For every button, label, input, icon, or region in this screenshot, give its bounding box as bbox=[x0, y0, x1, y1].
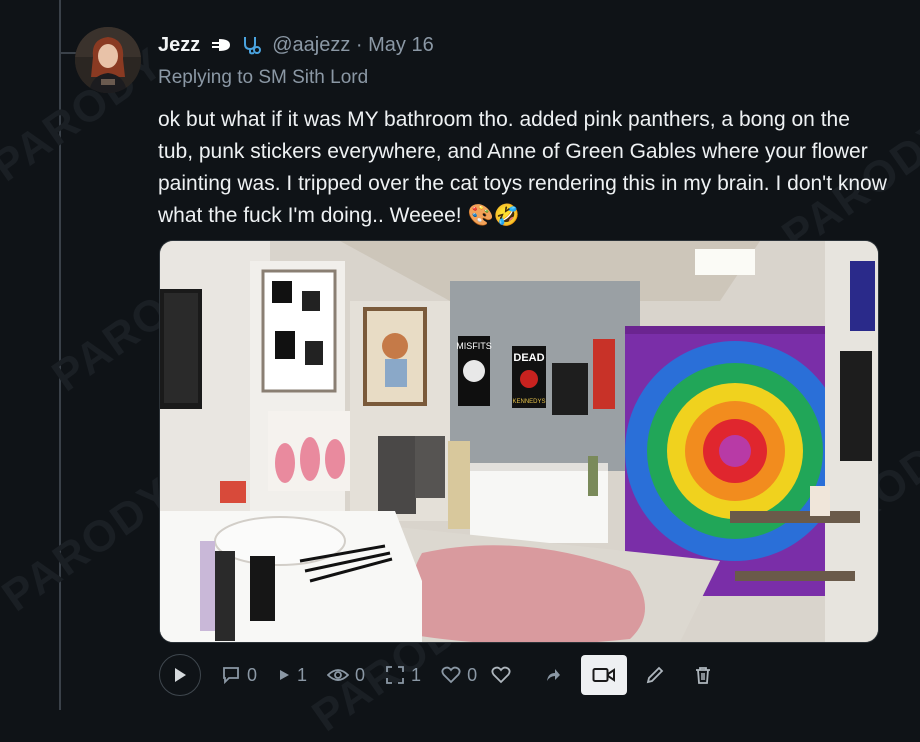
favorite-button[interactable] bbox=[491, 666, 511, 684]
watermark: PARODY bbox=[0, 468, 183, 622]
like-button[interactable]: 0 bbox=[441, 665, 477, 686]
repost-icon bbox=[280, 670, 290, 680]
post-image[interactable]: MISFITS DEAD KENNEDYS bbox=[159, 240, 879, 643]
author-name[interactable]: Jezz bbox=[158, 34, 200, 57]
reply-icon bbox=[223, 667, 239, 685]
repost-button[interactable]: 1 bbox=[277, 665, 307, 686]
quote-icon bbox=[386, 666, 404, 684]
poster-kennedys: KENNEDYS bbox=[512, 399, 545, 405]
heart-icon bbox=[491, 666, 511, 684]
post-text: ok but what if it was MY bathroom tho. a… bbox=[158, 108, 887, 227]
views-button[interactable]: 0 bbox=[327, 665, 365, 686]
poster-misfits: MISFITS bbox=[456, 341, 492, 351]
handle-and-date[interactable]: @aajezz · May 16 bbox=[272, 34, 433, 57]
video-button[interactable] bbox=[581, 655, 628, 695]
like-count: 0 bbox=[467, 664, 478, 685]
heart-icon bbox=[441, 666, 461, 684]
play-icon bbox=[175, 668, 186, 682]
views-count: 0 bbox=[355, 664, 366, 685]
avatar-photo bbox=[75, 27, 141, 93]
rocket-emoji-icon bbox=[212, 39, 231, 51]
eye-icon bbox=[327, 669, 350, 681]
trash-icon bbox=[696, 667, 711, 684]
stethoscope-emoji-icon bbox=[244, 37, 262, 55]
post-header: Jezz @aajezz · May 16 bbox=[158, 31, 434, 59]
video-icon bbox=[592, 668, 616, 682]
reply-count: 0 bbox=[247, 664, 258, 685]
repost-count: 1 bbox=[297, 664, 308, 685]
play-button[interactable] bbox=[159, 654, 201, 696]
avatar[interactable] bbox=[75, 27, 141, 93]
bathroom-photo: MISFITS DEAD KENNEDYS bbox=[160, 241, 878, 642]
replying-to[interactable]: Replying to SM Sith Lord bbox=[158, 67, 368, 89]
reply-button[interactable]: 0 bbox=[221, 665, 257, 686]
delete-button[interactable] bbox=[695, 666, 711, 684]
quote-button[interactable]: 1 bbox=[385, 665, 421, 686]
share-icon bbox=[547, 669, 561, 681]
poster-dead: DEAD bbox=[513, 352, 544, 364]
edit-icon bbox=[646, 666, 664, 684]
edit-button[interactable] bbox=[645, 665, 665, 685]
quote-count: 1 bbox=[411, 664, 422, 685]
action-bar: 0 1 0 1 0 bbox=[159, 654, 711, 696]
share-button[interactable] bbox=[545, 667, 561, 683]
thread-line bbox=[59, 0, 61, 710]
